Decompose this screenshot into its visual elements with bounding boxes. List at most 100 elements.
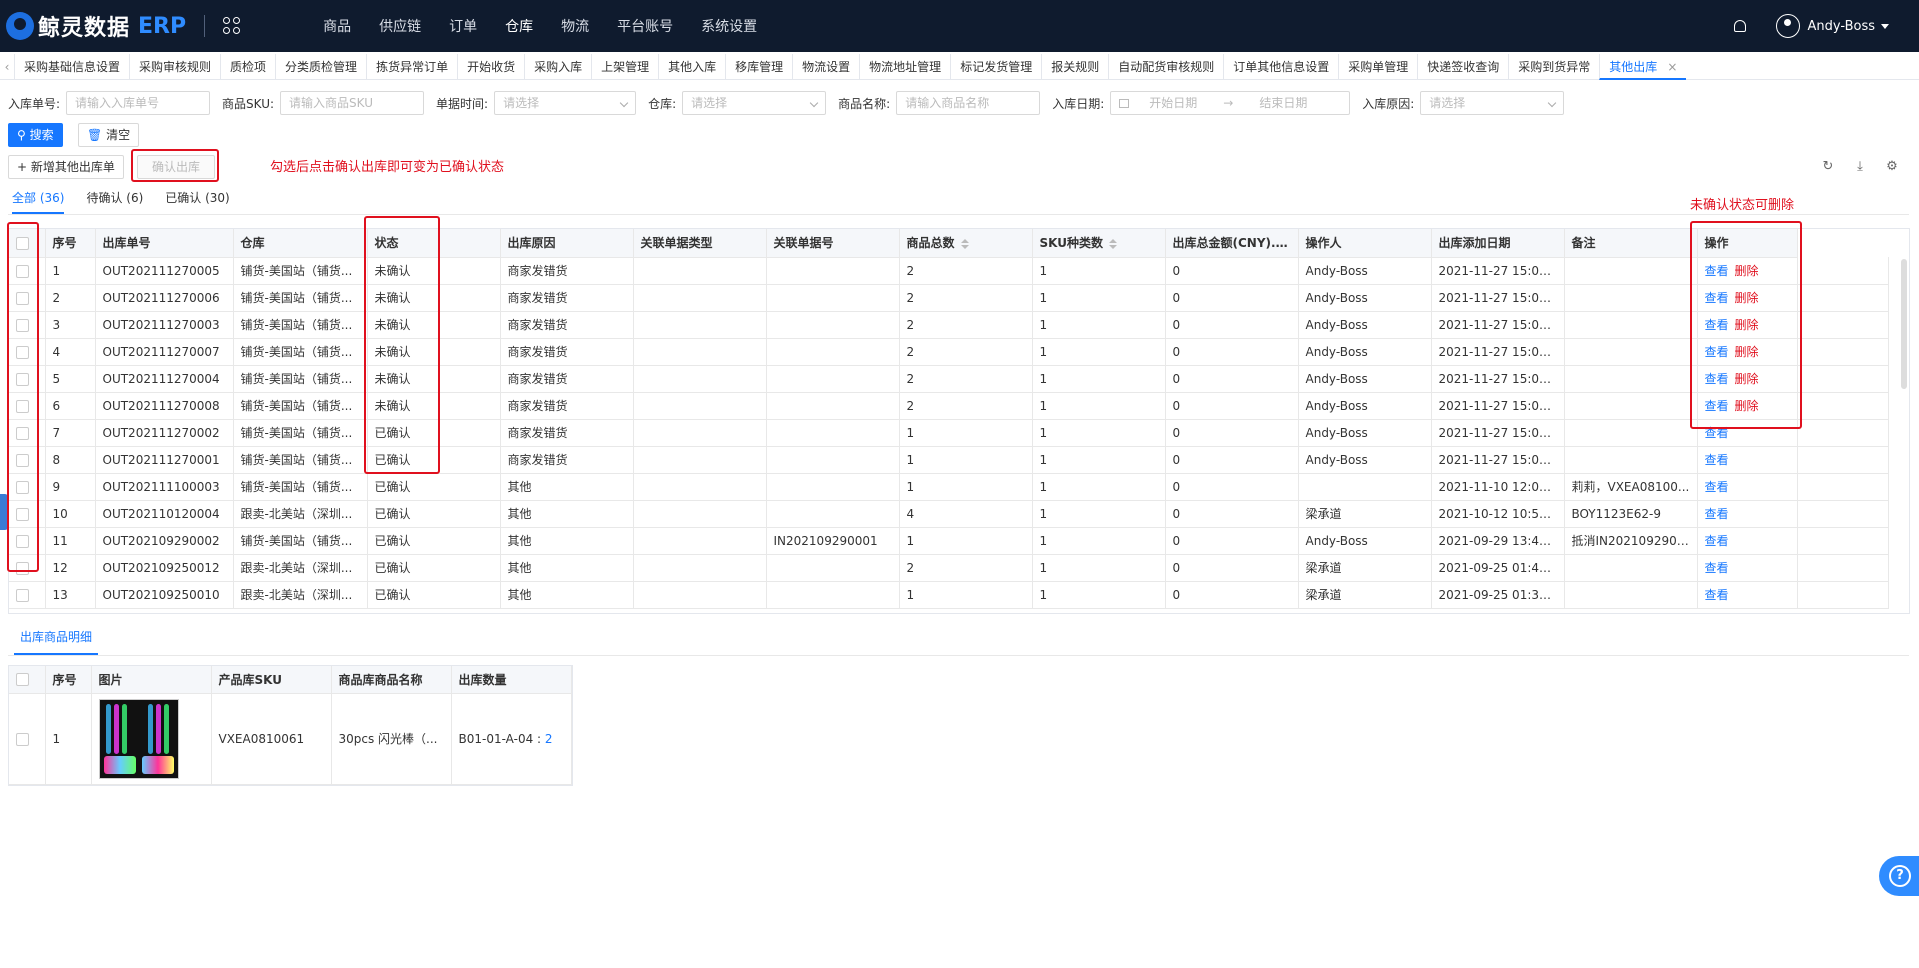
tab-item[interactable]: 上架管理	[591, 53, 658, 80]
column-header-sortable[interactable]: SKU种类数	[1032, 229, 1166, 258]
tab-outbound-detail[interactable]: 出库商品明细	[14, 628, 99, 655]
tab-item[interactable]: 订单其他信息设置	[1223, 53, 1338, 80]
clear-button[interactable]: 🗑 清空	[78, 123, 140, 147]
table-row[interactable]: 2 OUT202111270006 铺货-美国站（铺货... 未确认 商家发错货 2 1 0 A…	[9, 284, 1889, 312]
tab-item[interactable]: 拣货异常订单	[366, 53, 457, 80]
sort-icon[interactable]	[960, 238, 969, 249]
close-icon[interactable]: ×	[1667, 60, 1677, 74]
table-row[interactable]: 12 OUT202109250012 跟卖-北美站（深圳... 已确认 其他 2 1 0 梁承道…	[9, 554, 1889, 582]
divider	[8, 655, 1909, 656]
sort-icon[interactable]	[1108, 238, 1117, 249]
tab-other-outbound[interactable]: 其他出库 ×	[1599, 53, 1687, 80]
warehouse-select[interactable]: 请选择	[682, 91, 827, 115]
view-link[interactable]: 查看	[1705, 534, 1729, 548]
tab-item[interactable]: 采购审核规则	[129, 53, 220, 80]
view-link[interactable]: 查看	[1705, 588, 1729, 602]
nav-item-warehouse[interactable]: 仓库	[505, 16, 533, 36]
table-row[interactable]: 4 OUT202111270007 铺货-美国站（铺货... 未确认 商家发错货 2 1 0 A…	[9, 338, 1889, 366]
tab-all[interactable]: 全部 (36)	[12, 190, 65, 214]
table-row[interactable]: 11 OUT202109290002 铺货-美国站（铺货... 已确认 其他 IN2021…	[9, 527, 1889, 555]
scrollbar[interactable]	[1901, 259, 1907, 389]
remark	[1564, 554, 1698, 582]
apps-icon[interactable]	[223, 17, 241, 35]
column-label: 商品总数	[906, 236, 955, 251]
table-row[interactable]: 10 OUT202110120004 跟卖-北美站（深圳... 已确认 其他 4 1 0 梁承道…	[9, 500, 1889, 528]
tab-item[interactable]: 质检项	[220, 53, 275, 80]
column-header: 操作人	[1298, 229, 1432, 258]
view-link[interactable]: 查看	[1705, 453, 1729, 467]
tab-item[interactable]: 其他入库	[658, 53, 725, 80]
view-link[interactable]: 查看	[1705, 480, 1729, 494]
table-row[interactable]: 1 OUT202111270005 铺货-美国站（铺货... 未确认 商家发错货 2 1 0 A…	[9, 257, 1889, 285]
tab-item[interactable]: 采购入库	[524, 53, 591, 80]
search-button[interactable]: ⚲ 搜索	[8, 123, 63, 147]
product-image[interactable]	[98, 698, 179, 779]
related-doc-type	[633, 365, 767, 393]
column-header-sortable[interactable]: 商品总数	[899, 229, 1033, 258]
operator: Andy-Boss	[1298, 365, 1432, 393]
tab-item[interactable]: 快递签收查询	[1417, 53, 1508, 80]
logo[interactable]: 鲸灵数据 ERP	[6, 0, 186, 52]
tab-item[interactable]: 开始收货	[457, 53, 524, 80]
table-row[interactable]: 7 OUT202111270002 铺货-美国站（铺货... 已确认 商家发错货 1 1 0 A…	[9, 419, 1889, 447]
start-date[interactable]: 开始日期	[1149, 96, 1197, 110]
row-checkbox[interactable]	[16, 732, 29, 746]
gear-icon[interactable]: ⚙	[1885, 160, 1899, 174]
row-checkbox[interactable]	[16, 588, 29, 602]
tab-confirmed[interactable]: 已确认 (30)	[165, 190, 229, 214]
select-all-checkbox[interactable]	[16, 673, 29, 687]
nav-item-products[interactable]: 商品	[323, 16, 351, 36]
status-tabs: 全部 (36) 待确认 (6) 已确认 (30)	[12, 190, 252, 214]
bell-icon[interactable]	[1733, 20, 1746, 32]
tab-item[interactable]: 物流设置	[792, 53, 859, 80]
nav-item-supply-chain[interactable]: 供应链	[379, 16, 421, 36]
table-row[interactable]: 9 OUT202111100003 铺货-美国站（铺货... 已确认 其他 1 1 0 2021…	[9, 473, 1889, 501]
inbound-date-range[interactable]: 开始日期 → 结束日期	[1110, 91, 1351, 115]
nav-item-system-settings[interactable]: 系统设置	[701, 16, 757, 36]
tab-item[interactable]: 采购单管理	[1338, 53, 1417, 80]
tab-item[interactable]: 移库管理	[725, 53, 792, 80]
tab-item[interactable]: 物流地址管理	[859, 53, 950, 80]
column-header-sortable[interactable]: 出库总金额(CNY)...	[1165, 229, 1299, 258]
table-row[interactable]: 13 OUT202109250010 跟卖-北美站（深圳... 已确认 其他 1 1 0 梁承道…	[9, 581, 1889, 609]
sku-input[interactable]: 请输入商品SKU	[280, 91, 425, 115]
tab-item[interactable]: 报关规则	[1041, 53, 1108, 80]
end-date[interactable]: 结束日期	[1259, 96, 1307, 110]
doc-time-select[interactable]: 请选择	[494, 91, 637, 115]
view-link[interactable]: 查看	[1705, 561, 1729, 575]
qty-link[interactable]: 2	[545, 732, 553, 746]
inbound-reason-select[interactable]: 请选择	[1420, 91, 1565, 115]
tab-pending[interactable]: 待确认 (6)	[86, 190, 143, 214]
table-row[interactable]: 6 OUT202111270008 铺货-美国站（铺货... 未确认 商家发错货 2 1 0 A…	[9, 392, 1889, 420]
avatar[interactable]	[1775, 14, 1800, 38]
row-padding	[1797, 527, 1889, 555]
tab-item[interactable]: 采购基础信息设置	[14, 53, 129, 80]
tabs-scroll-left-icon[interactable]: ‹	[0, 60, 14, 74]
inbound-no-input[interactable]: 请输入入库单号	[66, 91, 211, 115]
user-name[interactable]: Andy-Boss	[1808, 19, 1876, 34]
outbound-reason: 其他	[500, 500, 634, 528]
table-row[interactable]: 3 OUT202111270003 铺货-美国站（铺货... 未确认 商家发错货 2 1 0 A…	[9, 311, 1889, 339]
product-name-input[interactable]: 请输入商品名称	[896, 91, 1041, 115]
nav-item-orders[interactable]: 订单	[449, 16, 477, 36]
table-row[interactable]: 1 VXEA0810061 30pcs 闪光棒（... B01-01-A-04 …	[9, 693, 572, 785]
tab-item[interactable]: 采购到货异常	[1508, 53, 1599, 80]
outbound-amount: 0	[1165, 446, 1299, 474]
chevron-down-icon[interactable]	[1881, 23, 1889, 29]
help-button[interactable]: ?	[1879, 856, 1919, 896]
tab-item[interactable]: 自动配货审核规则	[1108, 53, 1223, 80]
table-row[interactable]: 8 OUT202111270001 铺货-美国站（铺货... 已确认 商家发错货 1 1 0 A…	[9, 446, 1889, 474]
tab-item[interactable]: 标记发货管理	[950, 53, 1041, 80]
trash-icon: 🗑	[87, 128, 107, 142]
nav-item-logistics[interactable]: 物流	[561, 16, 589, 36]
row-padding	[1797, 365, 1889, 393]
nav-item-platform-accounts[interactable]: 平台账号	[617, 16, 673, 36]
sku-count: 1	[1032, 500, 1166, 528]
view-link[interactable]: 查看	[1705, 507, 1729, 521]
refresh-icon[interactable]: ↻	[1821, 160, 1835, 174]
tab-item[interactable]: 分类质检管理	[275, 53, 366, 80]
download-icon[interactable]: ⤓	[1853, 160, 1867, 174]
sort-icon[interactable]	[1290, 238, 1297, 249]
new-outbound-button[interactable]: + 新增其他出库单	[8, 155, 124, 179]
table-row[interactable]: 5 OUT202111270004 铺货-美国站（铺货... 未确认 商家发错货 2 1 0 A…	[9, 365, 1889, 393]
